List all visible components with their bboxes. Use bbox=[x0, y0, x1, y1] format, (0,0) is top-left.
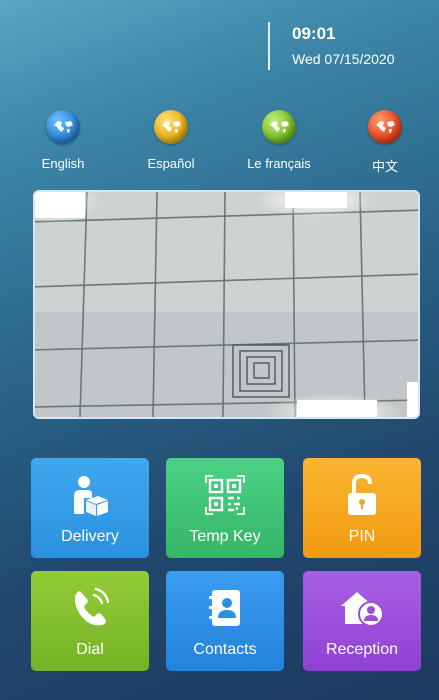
dial-button[interactable]: Dial bbox=[31, 571, 149, 671]
qr-code-icon bbox=[166, 472, 284, 518]
globe-icon bbox=[262, 110, 296, 144]
contacts-icon bbox=[166, 585, 284, 631]
unlock-icon bbox=[303, 472, 421, 518]
language-label: Español bbox=[147, 156, 195, 171]
language-chinese[interactable]: 中文 bbox=[345, 110, 425, 175]
reception-icon bbox=[303, 585, 421, 631]
language-label: Le français bbox=[247, 156, 311, 171]
phone-icon bbox=[31, 585, 149, 631]
temp-key-label: Temp Key bbox=[189, 528, 261, 545]
ceiling-image bbox=[35, 192, 418, 417]
delivery-label: Delivery bbox=[61, 528, 119, 545]
contacts-button[interactable]: Contacts bbox=[166, 571, 284, 671]
reception-label: Reception bbox=[325, 641, 399, 658]
language-french[interactable]: Le français bbox=[239, 110, 319, 171]
delivery-icon bbox=[31, 472, 149, 518]
language-label: English bbox=[41, 156, 85, 171]
pin-label: PIN bbox=[348, 528, 376, 545]
delivery-button[interactable]: Delivery bbox=[31, 458, 149, 558]
language-english[interactable]: English bbox=[23, 110, 103, 171]
pin-button[interactable]: PIN bbox=[303, 458, 421, 558]
time-display: 09:01 bbox=[292, 24, 336, 43]
language-label: 中文 bbox=[371, 159, 398, 174]
reception-button[interactable]: Reception bbox=[303, 571, 421, 671]
globe-icon bbox=[368, 110, 402, 144]
clock-panel: 09:01 Wed 07/15/2020 bbox=[268, 22, 433, 70]
globe-icon bbox=[46, 110, 80, 144]
contacts-label: Contacts bbox=[193, 641, 257, 658]
dial-label: Dial bbox=[76, 641, 104, 658]
globe-icon bbox=[154, 110, 188, 144]
temp-key-button[interactable]: Temp Key bbox=[166, 458, 284, 558]
camera-preview bbox=[33, 190, 420, 419]
language-spanish[interactable]: Español bbox=[131, 110, 211, 171]
date-display: Wed 07/15/2020 bbox=[292, 51, 395, 67]
